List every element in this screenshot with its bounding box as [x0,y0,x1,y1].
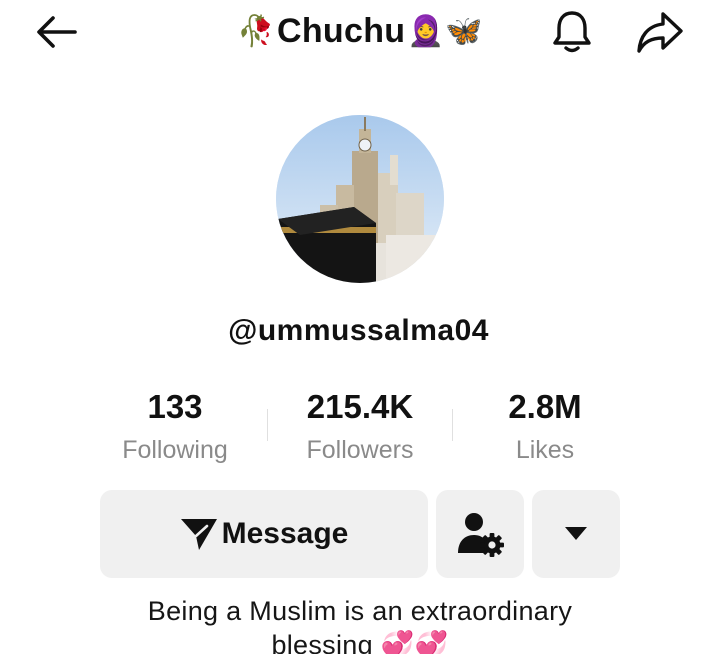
avatar-image [276,115,444,283]
top-bar: 🥀 Chuchu 🧕🦋 [0,0,717,64]
caret-down-icon [565,527,587,540]
arrow-left-icon [37,16,77,48]
followers-stat[interactable]: 215.4K Followers [275,384,445,470]
following-label: Following [122,436,228,464]
followers-count: 215.4K [306,388,414,425]
stats-divider [452,409,453,441]
following-count: 133 [147,388,203,425]
profile-screen: 🥀 Chuchu 🧕🦋 @ummussalma04 133 Following … [0,0,717,654]
bio-line: Being a Muslim is an extraordinary [147,596,573,626]
page-title: 🥀 Chuchu 🧕🦋 [160,8,560,54]
stats-divider [267,409,268,441]
title-prefix-emoji: 🥀 [237,14,275,48]
profile-stats: 133 Following 215.4K Followers 2.8M Like… [0,384,717,474]
back-button[interactable] [30,10,82,54]
likes-count: 2.8M [508,388,582,425]
profile-username: @ummussalma04 [228,314,489,347]
send-plane-icon [180,519,217,550]
followers-label: Followers [306,436,414,464]
title-suffix-emoji: 🧕🦋 [407,14,483,48]
more-options-button[interactable] [532,490,620,578]
bio-line: blessing 💞💞 [271,630,449,654]
profile-avatar[interactable] [276,115,444,283]
user-gear-icon [458,513,504,557]
message-button[interactable]: Message [100,490,428,578]
likes-label: Likes [515,436,575,464]
bell-icon [553,11,591,53]
profile-bio: Being a Muslim is an extraordinary bless… [100,594,620,654]
likes-stat[interactable]: 2.8M Likes [460,384,630,470]
title-name: Chuchu [277,11,406,50]
notification-bell-button[interactable] [546,8,598,56]
share-arrow-icon [637,12,683,53]
friend-settings-button[interactable] [436,490,524,578]
message-button-label: Message [221,517,349,550]
share-button[interactable] [632,8,688,56]
following-stat[interactable]: 133 Following [90,384,260,470]
